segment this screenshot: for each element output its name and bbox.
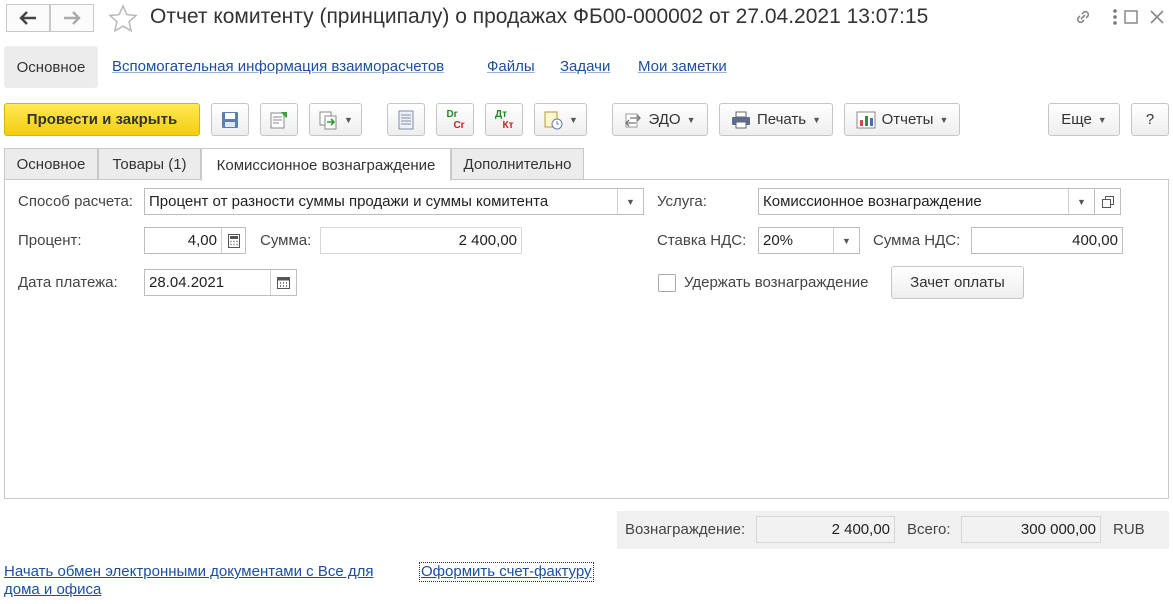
arrow-left-icon: [19, 11, 36, 25]
open-service-button[interactable]: [1094, 188, 1121, 215]
payment-offset-label: Зачет оплаты: [910, 274, 1005, 291]
vat-rate-value: 20%: [763, 232, 794, 249]
post-button[interactable]: [260, 103, 298, 136]
edo-button[interactable]: ЭДО ▼: [612, 103, 708, 136]
sum-label: Сумма:: [260, 232, 312, 249]
section-link-settlement-info[interactable]: Вспомогательная информация взаиморасчето…: [112, 58, 444, 75]
favorite-star-icon[interactable]: [108, 4, 138, 37]
tab-main[interactable]: Основное: [4, 148, 98, 179]
dr-label: Dr: [446, 108, 458, 120]
save-button[interactable]: [211, 103, 249, 136]
currency-label: RUB: [1113, 521, 1145, 538]
dr-cr-button[interactable]: Dr Cr: [436, 103, 474, 136]
service-select[interactable]: Комиссионное вознаграждение ▼: [758, 188, 1095, 215]
cr-label: Cr: [453, 119, 465, 131]
document-clock-icon: [544, 111, 563, 129]
journal-list-icon: [398, 110, 414, 129]
post-and-close-label: Провести и закрыть: [26, 111, 178, 128]
vat-rate-select[interactable]: 20% ▼: [758, 227, 860, 254]
percent-input[interactable]: 4,00: [144, 227, 246, 254]
tab-commission[interactable]: Комиссионное вознаграждение: [201, 148, 451, 181]
section-link-tasks[interactable]: Задачи: [560, 58, 610, 75]
total-label: Всего:: [907, 521, 951, 538]
total-field: 300 000,00: [961, 516, 1101, 543]
link-icon[interactable]: [1072, 6, 1094, 28]
document-journal-button[interactable]: [387, 103, 425, 136]
section-link-files[interactable]: Файлы: [487, 58, 535, 75]
reports-chart-icon: [856, 111, 876, 128]
chevron-down-icon: ▼: [1097, 114, 1107, 125]
reports-button[interactable]: Отчеты ▼: [844, 103, 960, 136]
help-button[interactable]: ?: [1131, 103, 1169, 136]
calc-method-label: Способ расчета:: [18, 193, 133, 210]
withhold-checkbox[interactable]: [658, 274, 676, 292]
chevron-down-icon[interactable]: ▼: [833, 228, 859, 253]
page-title: Отчет комитенту (принципалу) о продажах …: [150, 5, 929, 28]
reports-label: Отчеты: [881, 111, 934, 128]
chevron-down-icon[interactable]: ▼: [1068, 189, 1094, 214]
create-based-on-button[interactable]: ▼: [309, 103, 362, 136]
print-label: Печать: [756, 111, 807, 128]
reward-label: Вознаграждение:: [625, 521, 746, 538]
total-value: 300 000,00: [1020, 521, 1096, 538]
start-edo-link[interactable]: Начать обмен электронными документами с …: [4, 563, 399, 599]
more-button[interactable]: Еще ▼: [1048, 103, 1120, 136]
chevron-down-icon[interactable]: ▼: [617, 189, 643, 214]
create-based-icon: [319, 111, 337, 129]
more-label: Еще: [1061, 111, 1092, 128]
vat-sum-label: Сумма НДС:: [873, 232, 961, 249]
dt-kt-button[interactable]: Дт Кт: [485, 103, 523, 136]
open-window-icon: [1101, 195, 1114, 208]
forward-button[interactable]: [50, 4, 94, 32]
service-value: Комиссионное вознаграждение: [763, 193, 982, 210]
printer-icon: [731, 111, 750, 128]
create-invoice-link[interactable]: Оформить счет-фактуру: [419, 562, 594, 582]
payment-date-input[interactable]: 28.04.2021: [144, 269, 297, 296]
vat-sum-field: 400,00: [971, 227, 1123, 254]
vat-rate-label: Ставка НДС:: [657, 232, 747, 249]
edo-exchange-icon: [625, 113, 642, 127]
maximize-icon[interactable]: [1120, 6, 1142, 28]
payment-date-label: Дата платежа:: [18, 274, 118, 291]
withhold-label: Удержать вознаграждение: [684, 274, 869, 291]
chevron-down-icon: ▼: [344, 114, 353, 125]
chevron-down-icon: ▼: [569, 114, 578, 125]
chevron-down-icon: ▼: [812, 114, 822, 125]
sum-field: 2 400,00: [320, 227, 522, 254]
payment-offset-button[interactable]: Зачет оплаты: [891, 266, 1024, 299]
help-label: ?: [1145, 111, 1155, 128]
kt-label: Кт: [502, 119, 514, 131]
chevron-down-icon: ▼: [939, 114, 949, 125]
arrow-right-icon: [64, 11, 81, 25]
back-button[interactable]: [6, 4, 50, 32]
calendar-icon[interactable]: [270, 270, 296, 295]
close-icon[interactable]: [1146, 6, 1168, 28]
reward-field: 2 400,00: [756, 516, 895, 543]
chevron-down-icon: ▼: [686, 114, 696, 125]
payment-date-value: 28.04.2021: [149, 274, 225, 291]
post-document-icon: [270, 111, 287, 128]
sum-value: 2 400,00: [458, 232, 517, 249]
edo-label: ЭДО: [648, 111, 681, 128]
percent-value: 4,00: [187, 232, 217, 249]
floppy-disk-icon: [222, 111, 238, 128]
percent-label: Процент:: [18, 232, 82, 249]
section-main[interactable]: Основное: [4, 46, 98, 88]
dt-label: Дт: [494, 108, 508, 120]
attachments-button[interactable]: ▼: [534, 103, 587, 136]
tab-additional[interactable]: Дополнительно: [451, 148, 584, 179]
tab-goods[interactable]: Товары (1): [98, 148, 201, 179]
service-label: Услуга:: [657, 193, 707, 210]
calculator-icon[interactable]: [221, 228, 245, 253]
section-link-notes[interactable]: Мои заметки: [638, 58, 727, 75]
reward-value: 2 400,00: [831, 521, 890, 538]
post-and-close-button[interactable]: Провести и закрыть: [4, 103, 200, 136]
calc-method-select[interactable]: Процент от разности суммы продажи и сумм…: [144, 188, 644, 215]
print-button[interactable]: Печать ▼: [719, 103, 833, 136]
calc-method-value: Процент от разности суммы продажи и сумм…: [149, 193, 549, 210]
vat-sum-value: 400,00: [1072, 232, 1118, 249]
